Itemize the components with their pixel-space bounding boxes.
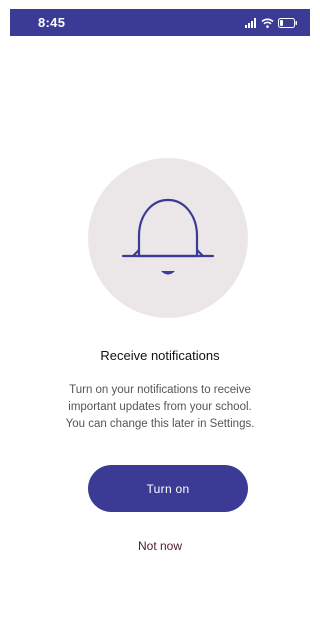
signal-icon (245, 18, 256, 28)
description-text: Turn on your notifications to receive im… (65, 384, 255, 430)
status-bar: 8:45 (10, 9, 310, 36)
status-icons (245, 17, 298, 29)
notification-permission-screen: 8:45 Receive notifications Turn on your … (0, 0, 320, 637)
not-now-link[interactable]: Not now (0, 539, 320, 553)
bell-illustration (88, 158, 248, 318)
page-title: Receive notifications (100, 348, 220, 363)
status-time: 8:45 (38, 15, 66, 30)
turn-on-button[interactable]: Turn on (88, 465, 248, 512)
battery-icon (278, 18, 297, 28)
wifi-icon (261, 18, 274, 28)
bell-icon (121, 198, 215, 275)
